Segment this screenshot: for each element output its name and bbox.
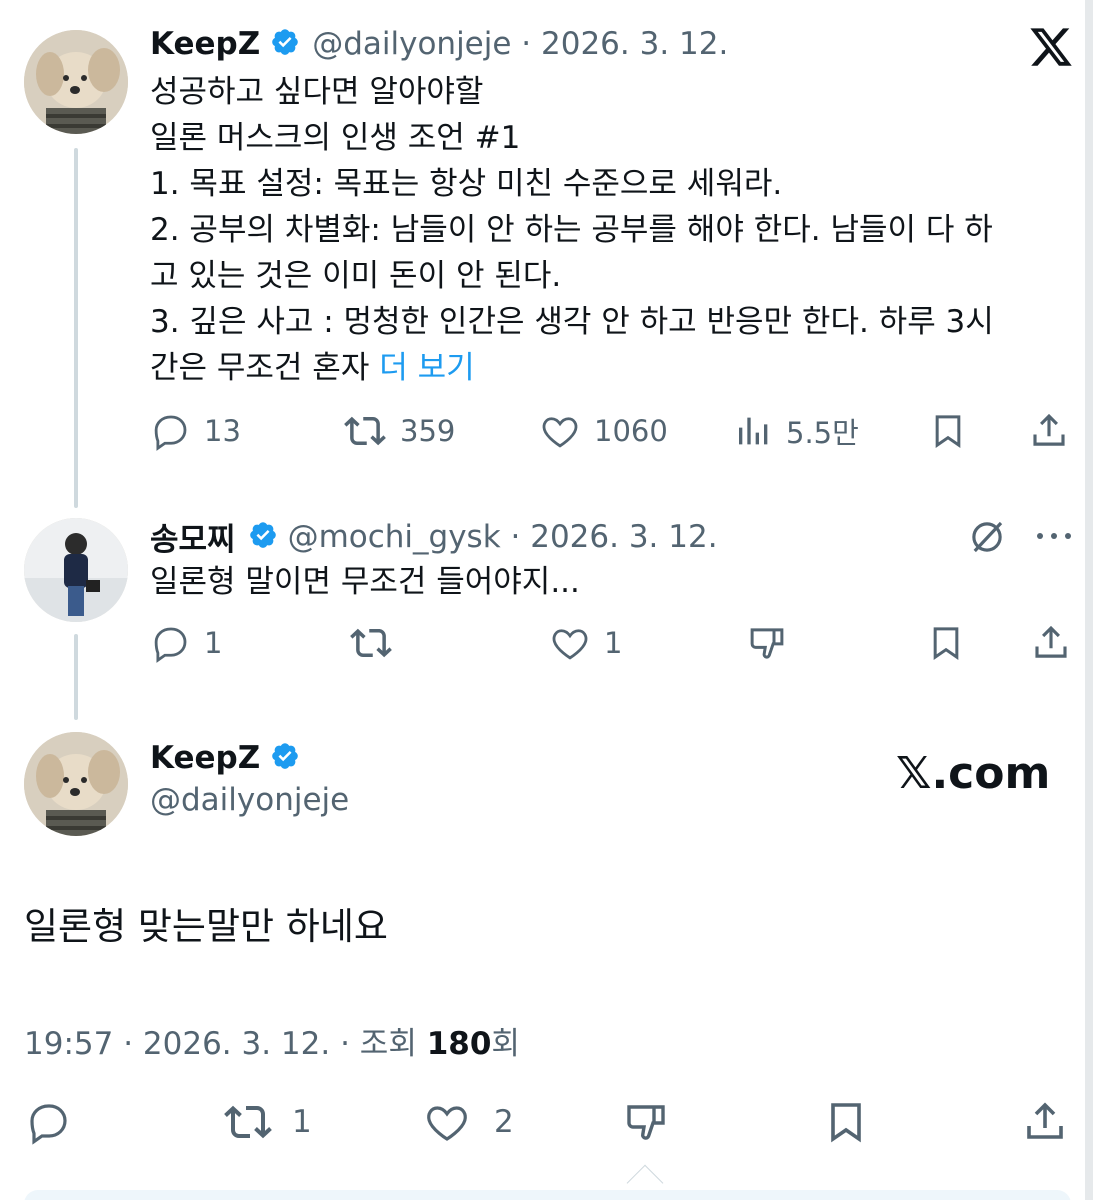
tweet-text: 성공하고 싶다면 알아야할 일론 머스크의 인생 조언 #1 1. 목표 설정:…	[150, 69, 1070, 391]
heart-icon	[542, 417, 578, 448]
author-name[interactable]: 송모찌	[150, 514, 236, 559]
bookmark-button[interactable]	[926, 622, 966, 664]
retweet-button[interactable]: 359	[342, 410, 455, 452]
retweet-icon	[350, 628, 392, 658]
downvote-button[interactable]	[620, 1098, 672, 1146]
bookmark-icon	[933, 627, 959, 661]
like-button[interactable]: 1	[548, 622, 622, 664]
author-handle[interactable]: @dailyonjeje	[150, 782, 349, 818]
thread-line	[74, 634, 78, 720]
bookmark-icon	[935, 415, 961, 449]
xcom-logo[interactable]: 𝕏.com	[896, 748, 1050, 799]
reply-count: 13	[204, 414, 241, 448]
tweet-timestamp[interactable]: 19:57 · 2026. 3. 12. · 조회 180회	[24, 1018, 520, 1063]
like-count: 2	[494, 1104, 514, 1140]
scrollbar[interactable]	[1085, 0, 1093, 1200]
tweet-text: 일론형 말이면 무조건 들어야지...	[150, 564, 580, 600]
like-button[interactable]: 2	[420, 1098, 514, 1146]
share-button[interactable]	[1028, 410, 1070, 452]
reply-icon	[154, 627, 187, 663]
retweet-icon	[344, 416, 386, 446]
tweet-meta[interactable]: @mochi_gysk · 2026. 3. 12.	[288, 519, 718, 555]
verified-badge-icon	[270, 27, 300, 61]
more-options-icon[interactable]	[1034, 524, 1074, 548]
like-count: 1060	[594, 414, 668, 448]
reply-button[interactable]: 13	[150, 410, 241, 452]
view-suffix: 회	[491, 1026, 520, 1062]
share-button[interactable]	[1020, 1098, 1070, 1146]
retweet-button[interactable]: 1	[220, 1098, 312, 1146]
avatar[interactable]	[24, 732, 128, 836]
like-button[interactable]: 1060	[538, 410, 668, 452]
thumbs-down-icon	[627, 1105, 665, 1140]
retweet-button[interactable]	[348, 622, 394, 664]
timestamp-text: 19:57 · 2026. 3. 12. · 조회	[24, 1026, 427, 1062]
tweet-text: 일론형 맞는말만 하네요	[24, 905, 388, 948]
reply-button[interactable]: 1	[150, 622, 222, 664]
heart-icon	[552, 629, 588, 660]
tweet-header: KeepZ @dailyonjeje · 2026. 3. 12.	[150, 26, 728, 62]
show-more-link[interactable]: 더 보기	[379, 350, 474, 386]
author-name[interactable]: KeepZ	[150, 740, 260, 776]
tweet-header: 송모찌 @mochi_gysk · 2026. 3. 12.	[150, 514, 718, 559]
text-line: 3. 깊은 사고 : 멍청한 인간은 생각 안 하고 반응만 한다. 하루 3시	[150, 304, 994, 340]
text-line: 2. 공부의 차별화: 남들이 안 하는 공부를 해야 한다. 남들이 다 하	[150, 212, 993, 248]
x-logo-icon[interactable]	[1028, 24, 1074, 70]
text-line: 일론 머스크의 인생 조언 #1	[150, 120, 521, 156]
bookmark-button[interactable]	[822, 1098, 870, 1146]
author-block: KeepZ @dailyonjeje	[150, 740, 349, 818]
verified-badge-icon	[248, 520, 278, 554]
text-line: 성공하고 싶다면 알아야할	[150, 74, 484, 110]
text-line: 간은 무조건 혼자 더 보기	[150, 345, 1070, 391]
grok-icon[interactable]	[966, 516, 1008, 558]
views-count: 5.5만	[786, 416, 859, 450]
bookmark-button[interactable]	[928, 410, 968, 452]
reply-icon	[154, 415, 187, 451]
share-icon	[1027, 1102, 1063, 1139]
avatar[interactable]	[24, 30, 128, 134]
reply-icon	[30, 1104, 67, 1145]
heart-icon	[427, 1106, 467, 1141]
tweet-meta[interactable]: @dailyonjeje · 2026. 3. 12.	[312, 26, 728, 62]
bookmark-icon	[831, 1103, 861, 1143]
like-count: 1	[604, 626, 623, 660]
downvote-button[interactable]	[746, 622, 788, 664]
view-count: 180	[426, 1026, 492, 1062]
thread-line	[74, 148, 78, 508]
retweet-icon	[224, 1105, 272, 1139]
reply-count: 1	[204, 626, 223, 660]
views-button[interactable]: 5.5만	[734, 410, 859, 452]
text-fragment: 간은 무조건 혼자	[150, 350, 370, 386]
share-icon	[1033, 413, 1065, 446]
reply-composer-bar[interactable]	[24, 1190, 1071, 1200]
views-icon	[739, 417, 768, 445]
avatar[interactable]	[24, 518, 128, 622]
share-button[interactable]	[1030, 622, 1072, 664]
author-name[interactable]: KeepZ	[150, 26, 260, 62]
retweet-count: 359	[400, 414, 456, 448]
text-line: 1. 목표 설정: 목표는 항상 미친 수준으로 세워라.	[150, 166, 783, 202]
share-icon	[1035, 625, 1067, 658]
reply-button[interactable]	[24, 1098, 74, 1146]
thumbs-down-icon	[750, 628, 784, 659]
text-line: 고 있는 것은 이미 돈이 안 된다.	[150, 258, 562, 294]
retweet-count: 1	[292, 1104, 312, 1140]
verified-badge-icon	[270, 741, 300, 775]
